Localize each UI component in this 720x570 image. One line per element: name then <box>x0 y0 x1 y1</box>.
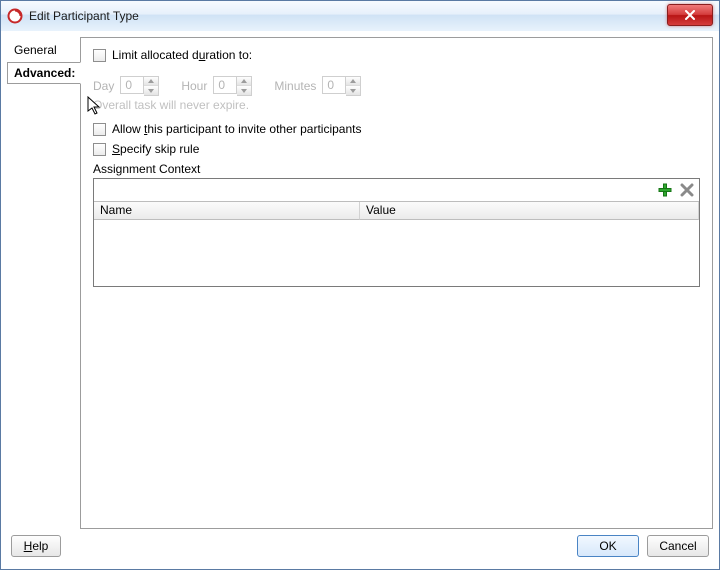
ok-button[interactable]: OK <box>577 535 639 557</box>
hour-down[interactable] <box>237 85 251 95</box>
context-toolbar <box>94 179 699 201</box>
minutes-spin-buttons[interactable] <box>346 76 361 96</box>
skip-rule-row: Specify skip rule <box>93 142 700 156</box>
hour-label: Hour <box>181 79 207 93</box>
skip-rule-checkbox[interactable] <box>93 143 106 156</box>
context-table: Name Value <box>94 201 699 286</box>
minutes-spinner[interactable] <box>322 76 361 96</box>
hour-input[interactable] <box>213 76 237 94</box>
dialog-window: Edit Participant Type General Advanced: … <box>0 0 720 570</box>
tab-advanced[interactable]: Advanced: <box>7 62 81 84</box>
chevron-down-icon <box>241 89 247 93</box>
col-name[interactable]: Name <box>94 202 360 220</box>
hour-spin-buttons[interactable] <box>237 76 252 96</box>
window-title: Edit Participant Type <box>29 9 139 23</box>
limit-duration-label: Limit allocated duration to: <box>112 48 252 62</box>
table-header: Name Value <box>94 202 699 220</box>
main-area: General Advanced: Limit allocated durati… <box>7 37 713 529</box>
cancel-button[interactable]: Cancel <box>647 535 709 557</box>
allow-invite-row: Allow this participant to invite other p… <box>93 122 700 136</box>
advanced-panel: Limit allocated duration to: Day Hour <box>80 37 713 529</box>
day-input[interactable] <box>120 76 144 94</box>
duration-spinners: Day Hour <box>93 76 700 96</box>
day-up[interactable] <box>144 77 158 85</box>
chevron-up-icon <box>148 79 154 83</box>
chevron-up-icon <box>241 79 247 83</box>
limit-duration-row: Limit allocated duration to: <box>93 48 700 62</box>
add-button[interactable] <box>657 182 673 198</box>
footer-right: OK Cancel <box>577 535 709 557</box>
hour-spinner[interactable] <box>213 76 252 96</box>
allow-invite-checkbox[interactable] <box>93 123 106 136</box>
x-icon <box>680 183 694 197</box>
minutes-down[interactable] <box>346 85 360 95</box>
col-value[interactable]: Value <box>360 202 699 220</box>
table-body[interactable] <box>94 220 699 286</box>
minutes-label: Minutes <box>274 79 316 93</box>
expire-hint: Overall task will never expire. <box>93 98 700 112</box>
day-label: Day <box>93 79 114 93</box>
chevron-down-icon <box>350 89 356 93</box>
allow-invite-label: Allow this participant to invite other p… <box>112 122 361 136</box>
minutes-input[interactable] <box>322 76 346 94</box>
app-icon <box>7 8 23 24</box>
close-icon <box>684 10 696 20</box>
titlebar: Edit Participant Type <box>1 1 719 31</box>
footer: Help OK Cancel <box>7 529 713 563</box>
limit-duration-checkbox[interactable] <box>93 49 106 62</box>
hour-up[interactable] <box>237 77 251 85</box>
day-down[interactable] <box>144 85 158 95</box>
skip-rule-label: Specify skip rule <box>112 142 199 156</box>
remove-button[interactable] <box>679 182 695 198</box>
help-button[interactable]: Help <box>11 535 61 557</box>
chevron-up-icon <box>350 79 356 83</box>
client-area: General Advanced: Limit allocated durati… <box>1 31 719 569</box>
day-spin-buttons[interactable] <box>144 76 159 96</box>
chevron-down-icon <box>148 89 154 93</box>
close-button[interactable] <box>667 4 713 26</box>
plus-icon <box>658 183 672 197</box>
assignment-context-label: Assignment Context <box>93 162 700 176</box>
assignment-context-box: Name Value <box>93 178 700 287</box>
tab-strip: General Advanced: <box>7 37 81 529</box>
minutes-up[interactable] <box>346 77 360 85</box>
tab-general[interactable]: General <box>7 39 81 61</box>
day-spinner[interactable] <box>120 76 159 96</box>
